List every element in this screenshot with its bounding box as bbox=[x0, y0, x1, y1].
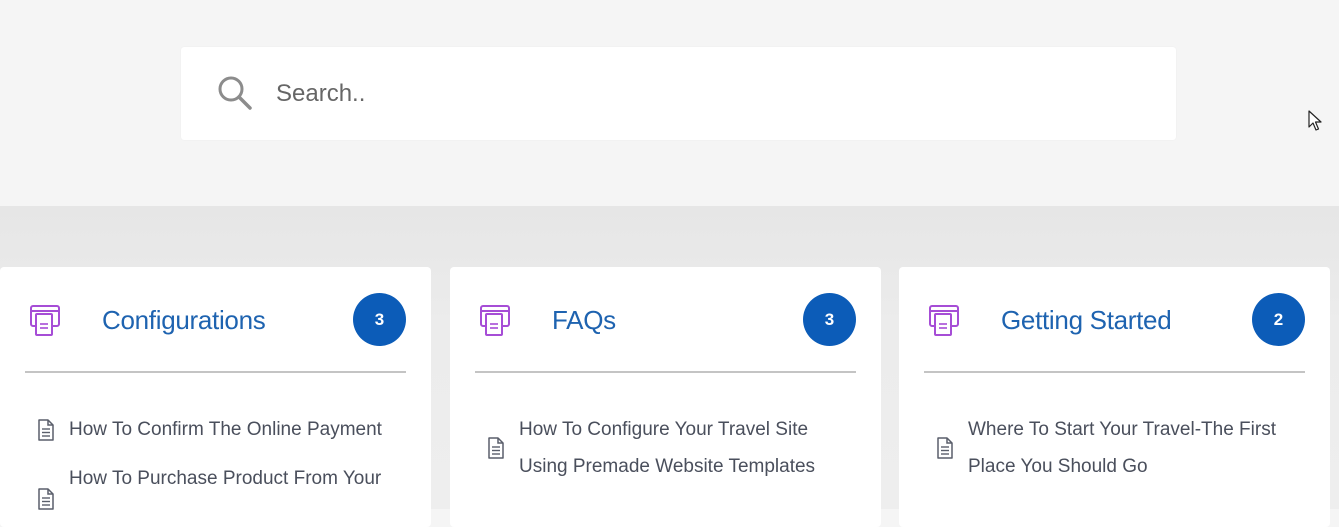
divider bbox=[924, 371, 1305, 373]
article-link[interactable]: Where To Start Your Travel-The First Pla… bbox=[968, 411, 1288, 485]
mouse-cursor-icon bbox=[1308, 110, 1322, 131]
folder-document-icon bbox=[480, 305, 510, 336]
category-card-configurations: Configurations 3 How To Confirm The Onli… bbox=[0, 267, 431, 527]
category-title[interactable]: Configurations bbox=[102, 303, 266, 337]
folder-document-icon bbox=[30, 305, 60, 336]
document-icon bbox=[38, 418, 54, 441]
article-item[interactable]: Where To Start Your Travel-The First Pla… bbox=[935, 411, 1305, 485]
hero-section bbox=[0, 0, 1339, 206]
category-card-getting-started: Getting Started 2 Where To Start Your Tr… bbox=[899, 267, 1330, 527]
article-count-badge: 2 bbox=[1252, 293, 1305, 346]
article-link[interactable]: How To Configure Your Travel Site Using … bbox=[519, 411, 839, 485]
article-link[interactable]: How To Purchase Product From Your bbox=[69, 460, 381, 497]
folder-document-icon bbox=[929, 305, 959, 336]
document-icon bbox=[488, 437, 504, 459]
article-link[interactable]: How To Confirm The Online Payment bbox=[69, 411, 382, 448]
category-title[interactable]: Getting Started bbox=[1001, 303, 1172, 337]
category-card-faqs: FAQs 3 How To Configure Your Travel Site… bbox=[450, 267, 881, 527]
divider bbox=[475, 371, 856, 373]
article-count-badge: 3 bbox=[803, 293, 856, 346]
document-icon bbox=[38, 488, 54, 510]
category-title[interactable]: FAQs bbox=[552, 303, 616, 337]
article-item[interactable]: How To Confirm The Online Payment bbox=[36, 411, 406, 448]
document-icon bbox=[937, 437, 953, 459]
search-input[interactable] bbox=[274, 72, 1138, 116]
article-item[interactable]: How To Configure Your Travel Site Using … bbox=[486, 411, 856, 485]
article-count-badge: 3 bbox=[353, 293, 406, 346]
search-box[interactable] bbox=[181, 47, 1176, 140]
article-item[interactable]: How To Purchase Product From Your bbox=[36, 460, 406, 510]
divider bbox=[25, 371, 406, 373]
search-icon[interactable] bbox=[217, 75, 253, 111]
